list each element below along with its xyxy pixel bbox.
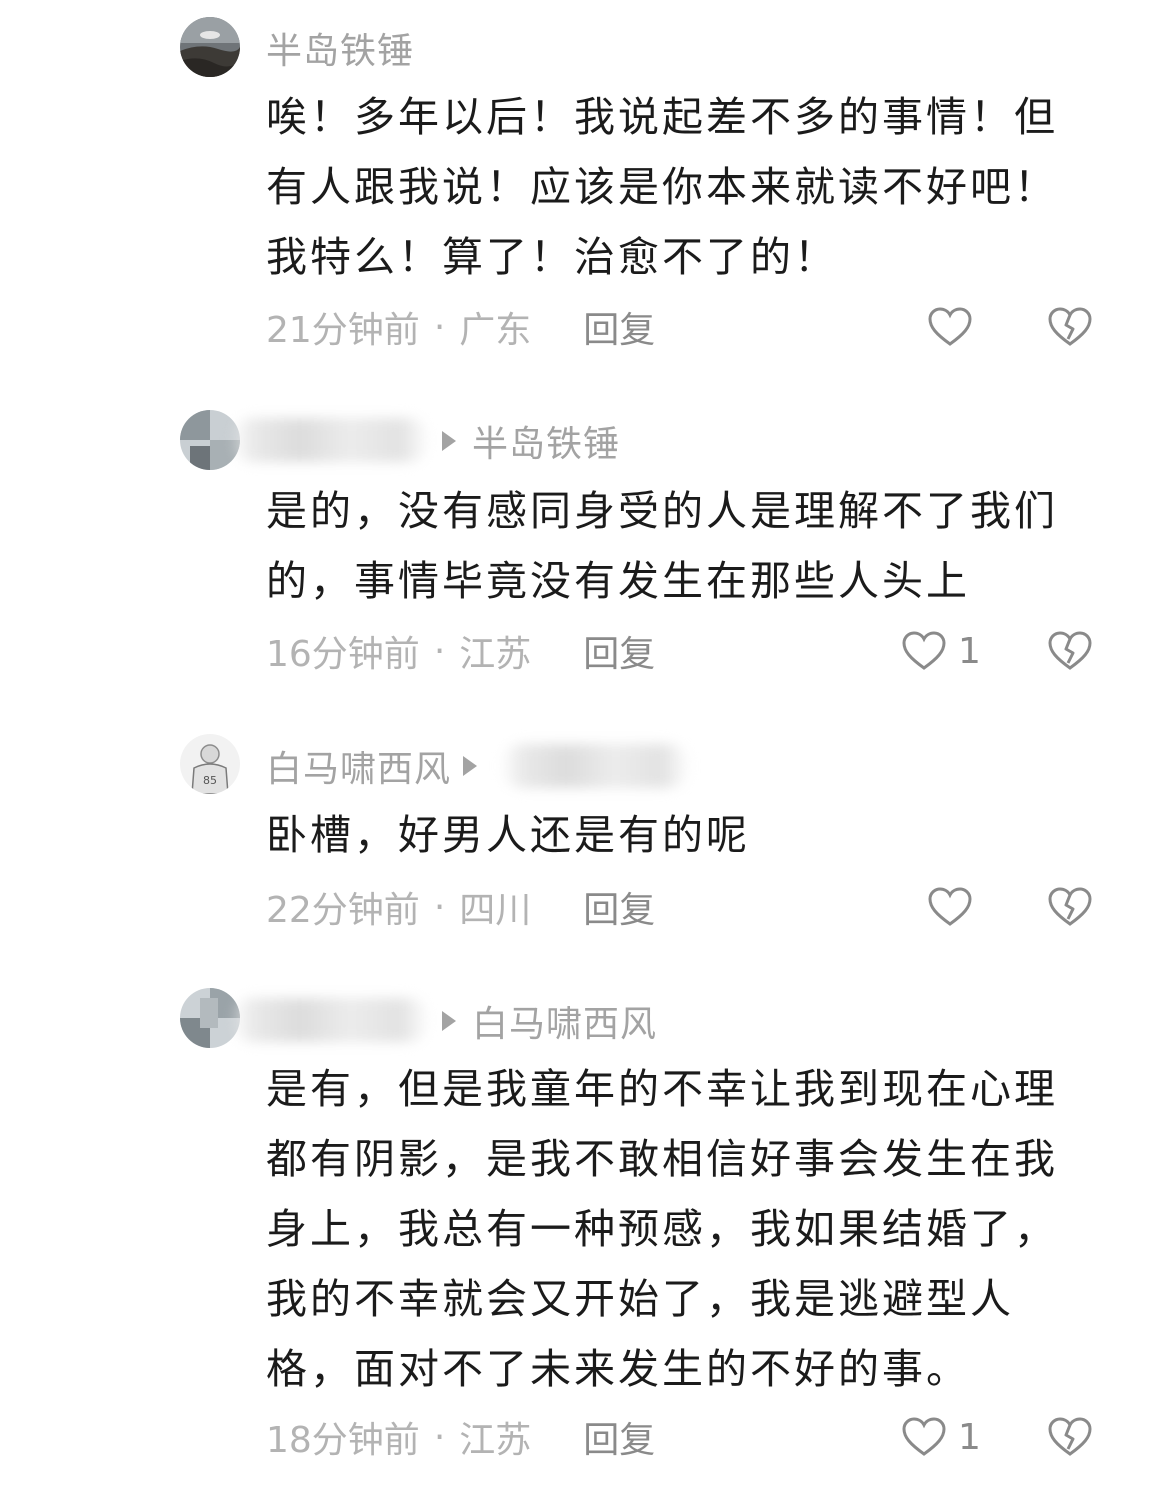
username[interactable]: 白马啸西风: [266, 740, 451, 792]
like-button[interactable]: 1: [900, 626, 981, 676]
location: 四川: [459, 890, 532, 931]
reply-arrow-icon: [442, 431, 456, 451]
svg-text:85: 85: [203, 774, 217, 787]
dislike-button[interactable]: [1046, 626, 1094, 676]
blurred-username: [230, 418, 430, 462]
like-button[interactable]: [926, 882, 984, 932]
like-count: 1: [958, 630, 981, 672]
reply-arrow-icon: [463, 756, 478, 776]
location: 江苏: [459, 1420, 532, 1461]
username-row: 白马啸西风: [266, 741, 493, 791]
avatar[interactable]: [180, 17, 240, 77]
heart-icon: [928, 307, 972, 346]
dislike-button[interactable]: [1046, 302, 1094, 352]
broken-heart-icon: [1048, 307, 1092, 346]
blurred-username: [230, 998, 430, 1042]
reply-button[interactable]: 回复: [583, 625, 655, 677]
comment-text: 唉！多年以后！我说起差不多的事情！但 有人跟我说！应该是你本来就读不好吧！ 我特…: [266, 93, 1058, 281]
separator: ·: [433, 630, 446, 672]
reply-button[interactable]: 回复: [583, 881, 655, 933]
broken-heart-icon: [1048, 1417, 1092, 1456]
reply-arrow-icon: [442, 1011, 456, 1031]
separator: ·: [433, 306, 446, 348]
sea-rock-avatar-image: [180, 17, 240, 77]
reply-target-username[interactable]: 半岛铁锤: [472, 415, 620, 467]
timestamp: 18分钟前: [266, 1420, 420, 1461]
comment-text: 卧槽，好男人还是有的呢: [266, 811, 750, 859]
username[interactable]: 半岛铁锤: [266, 22, 414, 74]
broken-heart-icon: [1048, 631, 1092, 670]
username-row: 半岛铁锤: [430, 416, 620, 466]
comment-text: 是的，没有感同身受的人是理解不了我们 的，事情毕竟没有发生在那些人头上: [266, 487, 1058, 605]
comment-text: 是有，但是我童年的不幸让我到现在心理 都有阴影，是我不敢相信好事会发生在我 身上…: [266, 1065, 1058, 1393]
comment-meta: 18分钟前 · 江苏 回复: [266, 1412, 655, 1462]
comment-meta: 16分钟前 · 江苏 回复: [266, 626, 655, 676]
jersey-avatar-image: 85: [180, 734, 240, 794]
timestamp: 21分钟前: [266, 310, 420, 351]
comment-meta: 21分钟前 · 广东 回复: [266, 302, 655, 352]
blurred-reply-target: [500, 744, 690, 788]
heart-icon: [928, 887, 972, 926]
reply-button[interactable]: 回复: [583, 301, 655, 353]
separator: ·: [433, 1416, 446, 1458]
like-button[interactable]: 1: [900, 1412, 981, 1462]
location: 江苏: [459, 634, 532, 675]
comment-meta: 22分钟前 · 四川 回复: [266, 882, 655, 932]
broken-heart-icon: [1048, 887, 1092, 926]
separator: ·: [433, 886, 446, 928]
reply-button[interactable]: 回复: [583, 1411, 655, 1463]
dislike-button[interactable]: [1046, 1412, 1094, 1462]
reply-target-username[interactable]: 白马啸西风: [472, 995, 657, 1047]
dislike-button[interactable]: [1046, 882, 1094, 932]
timestamp: 16分钟前: [266, 634, 420, 675]
timestamp: 22分钟前: [266, 890, 420, 931]
avatar[interactable]: 85: [180, 734, 240, 794]
heart-icon: [902, 1417, 946, 1456]
like-count: 1: [958, 1416, 981, 1458]
username-row: 半岛铁锤: [266, 23, 414, 73]
username-row: 白马啸西风: [430, 996, 657, 1046]
like-button[interactable]: [926, 302, 984, 352]
heart-icon: [902, 631, 946, 670]
location: 广东: [459, 310, 532, 351]
